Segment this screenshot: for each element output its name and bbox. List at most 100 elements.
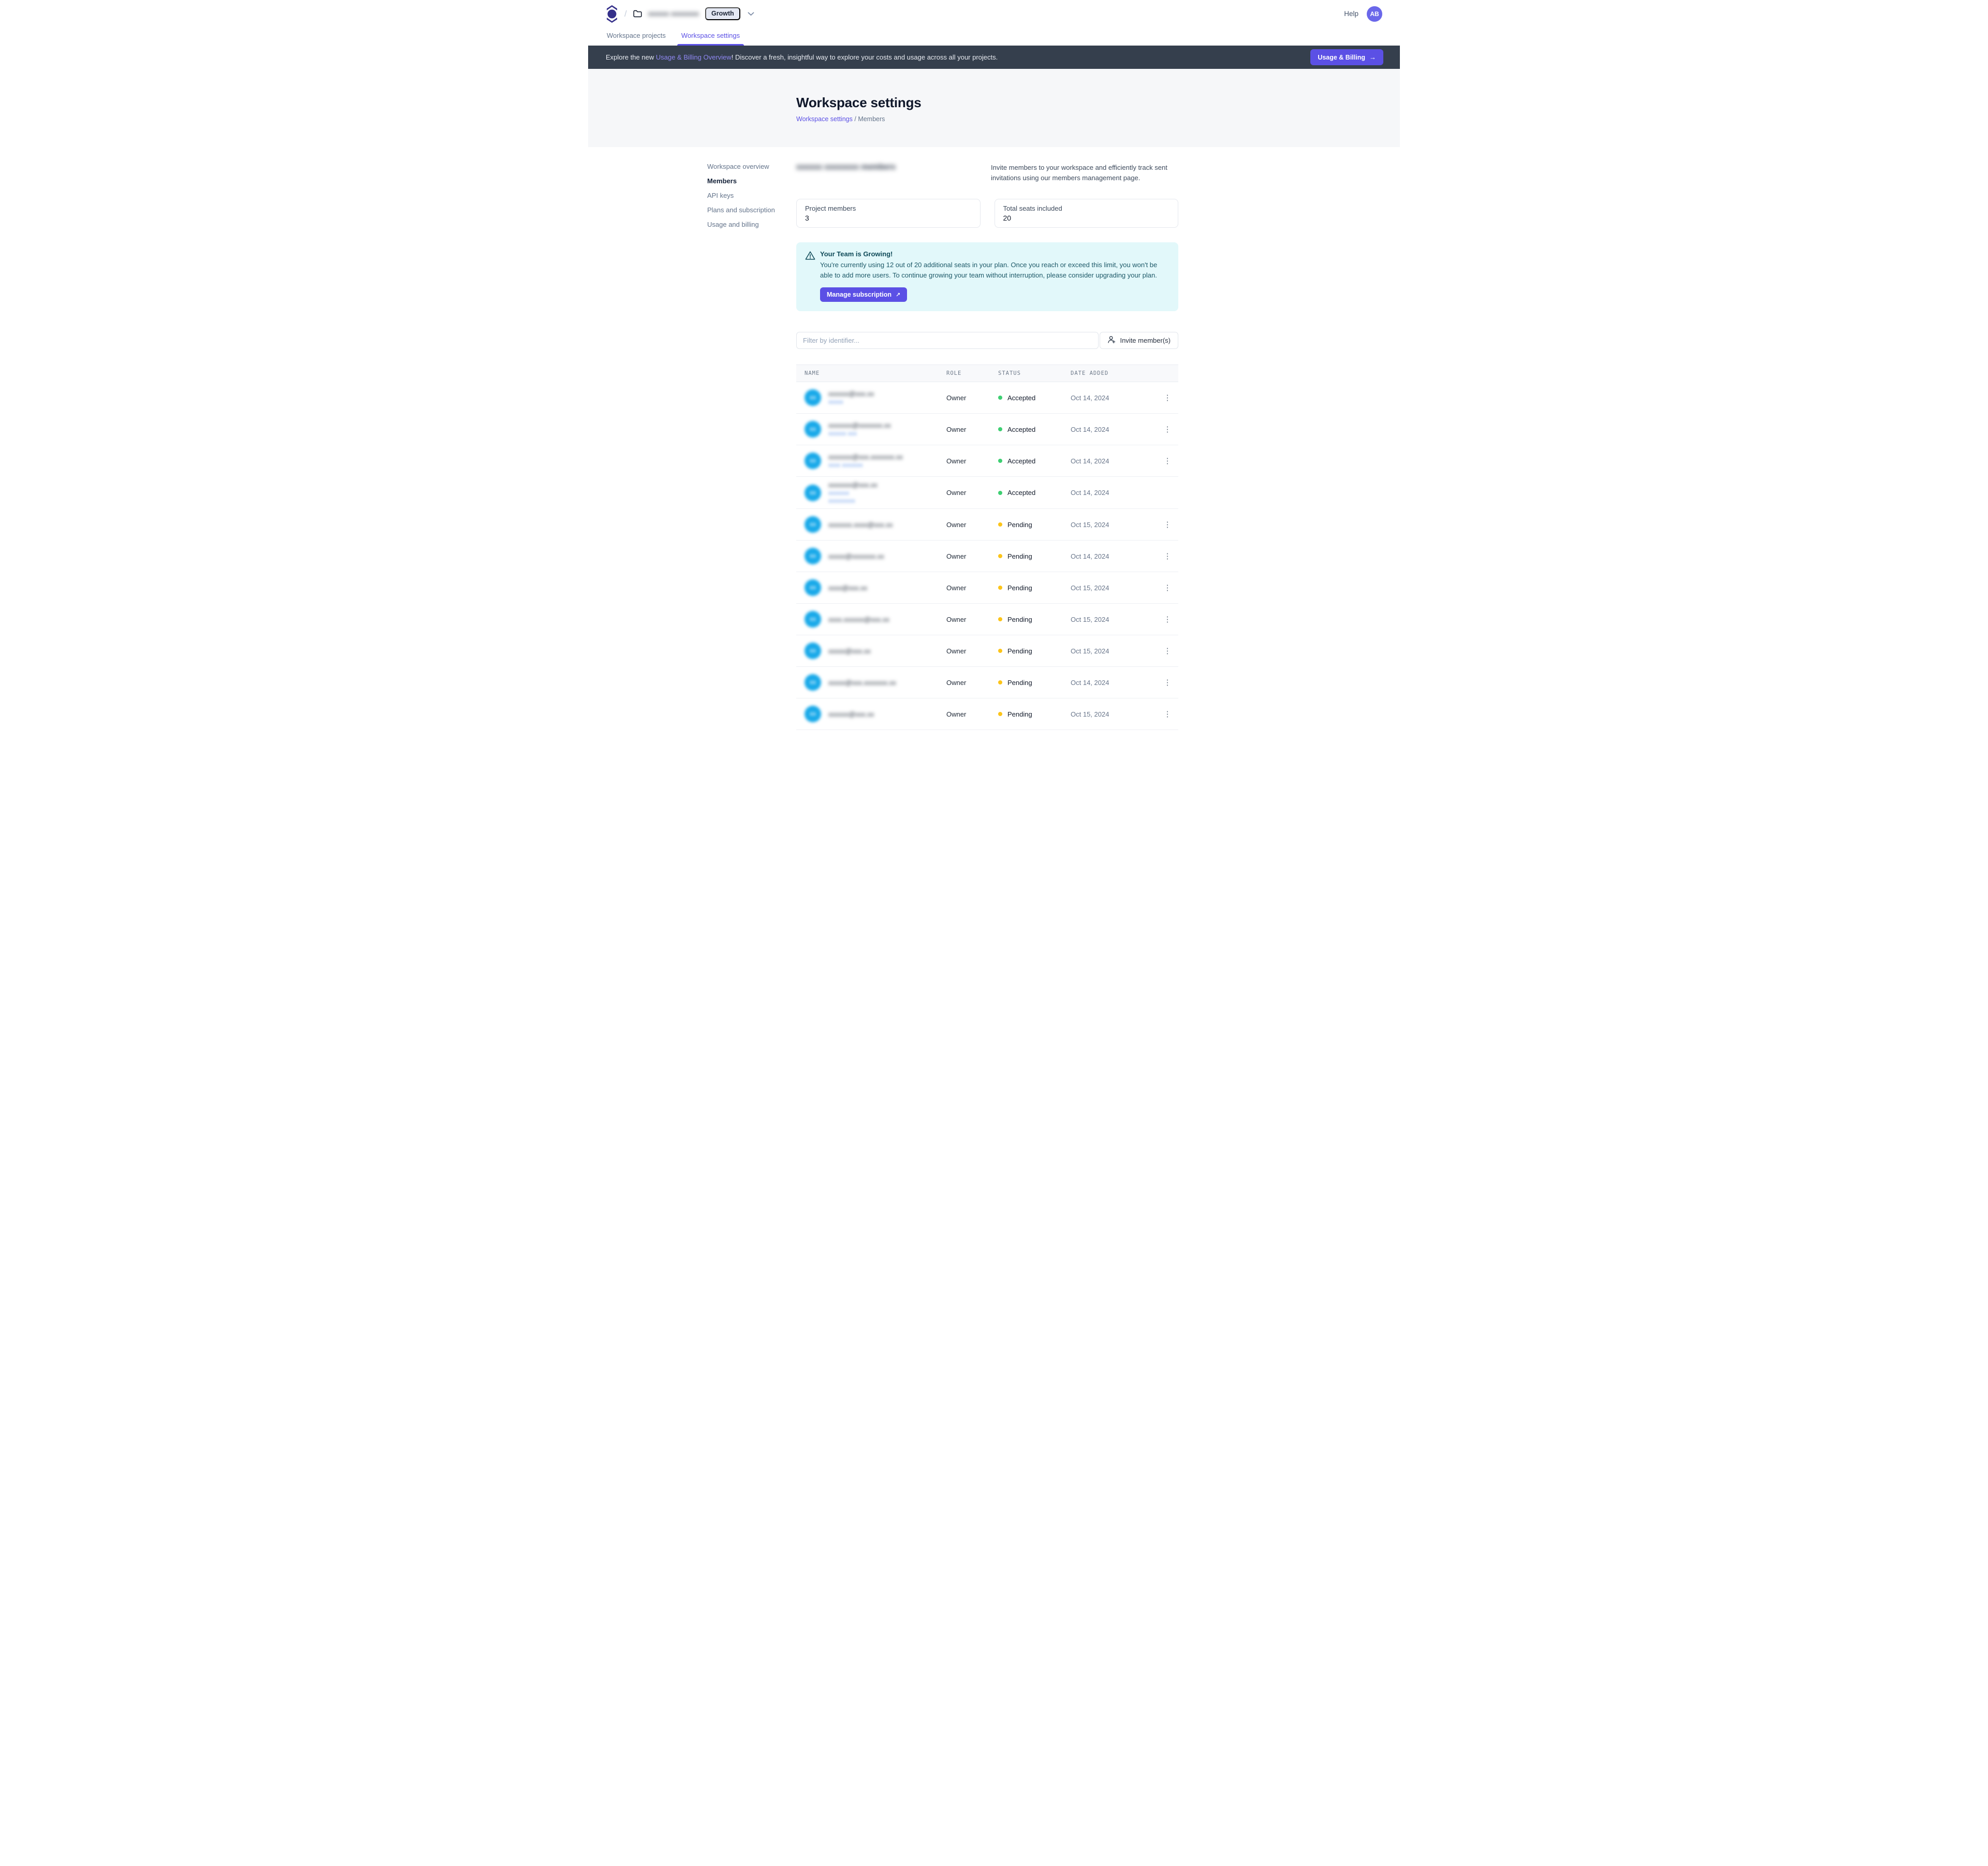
page: / xxxxxx xxxxxxxx Growth Help AB (588, 0, 1400, 762)
folder-icon (633, 10, 642, 18)
header-date-added: DATE ADDED (1071, 370, 1157, 376)
person-plus-icon (1107, 336, 1116, 345)
settings-sidenav: Workspace overview Members API keys Plan… (707, 163, 796, 730)
workspace-name-redacted: xxxxxx xxxxxxxx (648, 10, 699, 18)
status-dot (998, 427, 1002, 431)
user-avatar[interactable]: AB (1367, 6, 1382, 22)
header-status: STATUS (998, 370, 1071, 376)
member-avatar: xx (805, 611, 821, 628)
members-section-description: Invite members to your workspace and eff… (991, 163, 1178, 183)
row-menu-button[interactable]: ⋮ (1161, 423, 1174, 435)
members-table: NAME ROLE STATUS DATE ADDED xx xxxxxx@xx… (796, 365, 1178, 730)
row-menu-button[interactable]: ⋮ (1161, 581, 1174, 594)
member-status: Pending (1007, 584, 1032, 592)
tab-workspace-settings[interactable]: Workspace settings (680, 32, 741, 46)
header-name: NAME (796, 370, 946, 376)
table-row: xx xxxxxxx.xxxx@xxx.xx Owner Pending Oct… (796, 509, 1178, 541)
warning-icon (805, 251, 815, 302)
workspace-tabs: Workspace projects Workspace settings (588, 27, 1400, 46)
table-row: xx xxxxxxx@xxxxxxx.xx xxxxxx xxx Owner A… (796, 414, 1178, 445)
status-dot (998, 586, 1002, 590)
status-dot (998, 396, 1002, 400)
member-date-added: Oct 14, 2024 (1071, 426, 1157, 433)
member-date-added: Oct 15, 2024 (1071, 584, 1157, 592)
member-email-redacted: xxxxxxx@xxxxxxx.xx (828, 421, 891, 429)
plan-badge[interactable]: Growth (705, 7, 740, 20)
member-avatar: xx (805, 389, 821, 406)
member-avatar: xx (805, 548, 821, 564)
member-status: Pending (1007, 616, 1032, 623)
member-email-redacted: xxxxx@xxx.xxxxxxx.xx (828, 679, 896, 687)
member-date-added: Oct 14, 2024 (1071, 679, 1157, 687)
row-menu-button[interactable]: ⋮ (1161, 613, 1174, 625)
sidebar-item-api-keys[interactable]: API keys (707, 192, 734, 199)
member-status: Pending (1007, 521, 1032, 529)
arrow-right-icon: → (1369, 53, 1376, 61)
table-row: xx xxxx@xxx.xx Owner Pending Oct 15, 202… (796, 572, 1178, 604)
manage-subscription-button[interactable]: Manage subscription ↗ (820, 287, 907, 302)
row-menu-button[interactable]: ⋮ (1161, 518, 1174, 531)
app-logo[interactable] (606, 5, 618, 23)
table-row: xx xxxxx@xxx.xx Owner Pending Oct 15, 20… (796, 635, 1178, 667)
member-date-added: Oct 14, 2024 (1071, 457, 1157, 465)
sidebar-item-workspace-overview[interactable]: Workspace overview (707, 163, 769, 170)
member-avatar: xx (805, 579, 821, 596)
table-header-row: NAME ROLE STATUS DATE ADDED (796, 365, 1178, 382)
member-name-redacted: xxxxx (828, 399, 874, 405)
usage-billing-button[interactable]: Usage & Billing → (1310, 49, 1383, 65)
member-email-redacted: xxxxxxx@xxx.xxxxxxx.xx (828, 453, 903, 461)
sidebar-item-plans-subscription[interactable]: Plans and subscription (707, 206, 775, 214)
member-role: Owner (946, 679, 998, 687)
stat-cards: Project members 3 Total seats included 2… (796, 199, 1178, 228)
member-avatar: xx (805, 706, 821, 722)
member-name-redacted: xxxx xxxxxxx (828, 462, 903, 469)
table-body: xx xxxxxx@xxx.xx xxxxx Owner Accepted Oc… (796, 382, 1178, 730)
breadcrumb-workspace-settings-link[interactable]: Workspace settings (796, 115, 853, 123)
member-date-added: Oct 14, 2024 (1071, 489, 1157, 497)
sidebar-item-members[interactable]: Members (707, 177, 737, 185)
member-status: Pending (1007, 647, 1032, 655)
member-avatar: xx (805, 421, 821, 438)
member-email-redacted: xxxxxx@xxx.xx (828, 710, 874, 718)
table-row: xx xxxxxx@xxx.xx xxxxx Owner Accepted Oc… (796, 382, 1178, 414)
member-name-redacted: xxxxxxxxx (828, 498, 878, 504)
member-avatar: xx (805, 643, 821, 659)
member-name-redacted: xxxxxx xxx (828, 431, 891, 437)
status-dot (998, 617, 1002, 621)
row-menu-button[interactable]: ⋮ (1161, 550, 1174, 562)
project-members-card: Project members 3 (796, 199, 981, 228)
member-avatar: xx (805, 485, 821, 501)
status-dot (998, 522, 1002, 527)
status-dot (998, 491, 1002, 495)
card-value: 3 (805, 214, 972, 222)
breadcrumb-separator: / (624, 9, 627, 19)
member-role: Owner (946, 710, 998, 718)
row-menu-button[interactable]: ⋮ (1161, 708, 1174, 720)
filter-input[interactable] (796, 332, 1099, 349)
member-status: Accepted (1007, 394, 1035, 402)
members-main: xxxxxx xxxxxxxx members Invite members t… (796, 163, 1178, 730)
row-menu-button[interactable]: ⋮ (1161, 391, 1174, 404)
help-button[interactable]: Help (1344, 10, 1358, 18)
member-email-redacted: xxxxx@xxx.xx (828, 647, 871, 655)
row-menu-button[interactable]: ⋮ (1161, 455, 1174, 467)
row-menu-button[interactable]: ⋮ (1161, 676, 1174, 689)
members-section-title-redacted: xxxxxx xxxxxxxx members (796, 163, 896, 183)
sidebar-item-usage-billing[interactable]: Usage and billing (707, 221, 759, 228)
member-date-added: Oct 15, 2024 (1071, 647, 1157, 655)
member-avatar: xx (805, 516, 821, 533)
member-role: Owner (946, 647, 998, 655)
member-name-redacted: xxxxxxx (828, 490, 878, 497)
table-row: xx xxxx.xxxxxx@xxx.xx Owner Pending Oct … (796, 604, 1178, 635)
banner-text: Explore the new Usage & Billing Overview… (606, 53, 998, 61)
card-label: Total seats included (1003, 205, 1170, 212)
usage-billing-overview-link[interactable]: Usage & Billing Overview (656, 53, 732, 61)
status-dot (998, 712, 1002, 716)
member-avatar: xx (805, 674, 821, 691)
invite-members-button[interactable]: Invite member(s) (1100, 332, 1178, 349)
tab-workspace-projects[interactable]: Workspace projects (606, 32, 667, 46)
chevron-down-icon[interactable] (748, 12, 754, 16)
status-dot (998, 680, 1002, 684)
row-menu-button[interactable]: ⋮ (1161, 645, 1174, 657)
total-seats-card: Total seats included 20 (995, 199, 1179, 228)
